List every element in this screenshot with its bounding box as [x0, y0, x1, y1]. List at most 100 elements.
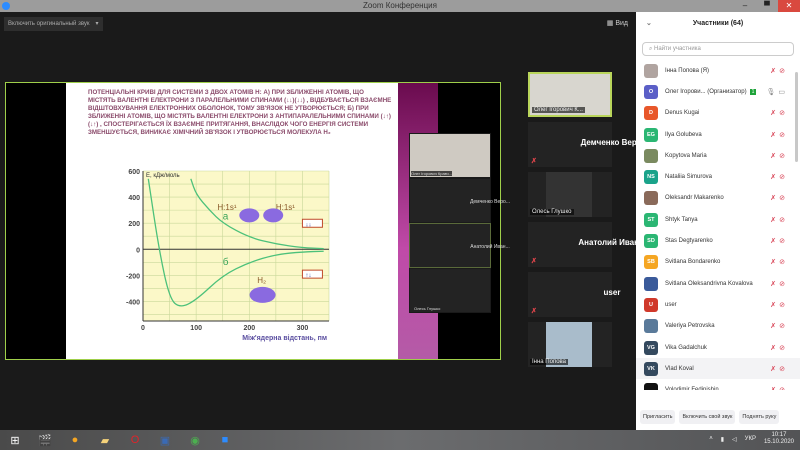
participant-row[interactable]: Kopytova Maria ✗⊘: [636, 145, 800, 166]
language-indicator[interactable]: УКР: [745, 436, 756, 442]
participant-row[interactable]: D Denus Kugai ✗⊘: [636, 103, 800, 124]
participant-row[interactable]: EG Ilya Golubeva ✗⊘: [636, 124, 800, 145]
participant-name: Denus Kugai: [665, 110, 700, 117]
spin-label: ↑↓: [305, 273, 311, 279]
participant-row[interactable]: O Олег Ігорови... (Организатор) 1 🎙▭: [636, 81, 800, 102]
tray-up-icon[interactable]: ˄: [709, 436, 713, 442]
molecule-label: H₂: [257, 276, 266, 285]
y-tick-label: 0: [136, 247, 140, 254]
original-sound-label: Включить оригинальный звук: [8, 21, 90, 27]
video-tile[interactable]: Олесь Глушко: [528, 172, 612, 217]
network-icon[interactable]: ▮: [721, 436, 724, 443]
avatar: U: [644, 297, 658, 312]
video-tile[interactable]: Анатолий Иван... ✗: [528, 222, 646, 267]
thumb-tile: Анатолий Иван...: [409, 223, 510, 268]
view-label: Вид: [615, 20, 628, 27]
media-player-icon[interactable]: 🎬: [30, 430, 60, 450]
participant-row[interactable]: Valeriya Petrovska ✗⊘: [636, 316, 800, 337]
muted-mic-camera-off-icons[interactable]: ✗⊘: [770, 258, 788, 266]
video-tile[interactable]: Інна Попова: [528, 322, 612, 367]
close-button[interactable]: ✕: [778, 0, 800, 12]
minimize-button[interactable]: –: [734, 0, 756, 12]
video-tile[interactable]: user ✗: [528, 272, 620, 317]
participant-row[interactable]: Інна Попова (Я) ✗⊘: [636, 60, 800, 81]
participant-row[interactable]: Volodimir Fedinishin ✗⊘: [636, 379, 800, 390]
muted-mic-icon: ✗: [531, 258, 537, 265]
chevron-down-icon[interactable]: ▾: [96, 17, 99, 31]
muted-mic-camera-off-icons[interactable]: ✗⊘: [770, 109, 788, 117]
app-icon[interactable]: ▣: [150, 430, 180, 450]
avatar: ST: [644, 212, 658, 227]
participant-row[interactable]: VG Vika Gadalchuk ✗⊘: [636, 337, 800, 358]
presentation-slide: Потенціальні криві для системи з двох ат…: [66, 83, 398, 359]
muted-mic-camera-off-icons[interactable]: ✗⊘: [770, 131, 788, 139]
invite-button[interactable]: Пригласить: [640, 410, 676, 424]
avatar: [644, 276, 658, 291]
scrollbar[interactable]: [795, 72, 798, 162]
participant-search-input[interactable]: ⌕ Найти участника: [642, 42, 794, 56]
original-sound-button[interactable]: Включить оригинальный звук ▾: [4, 17, 103, 31]
taskbar: ⊞ 🎬 ● ▰ O ▣ ◉ ■ ˄ ▮ ◁ УКР 10:17 15.10.202…: [0, 430, 800, 450]
window-title: Zoom Конференция: [363, 1, 437, 10]
avatar: D: [644, 106, 658, 121]
view-button[interactable]: ▦ Вид: [607, 17, 628, 31]
molecule-orbital: [249, 286, 276, 303]
raise-hand-button[interactable]: Поднять руку: [739, 410, 780, 424]
x-tick-label: 100: [190, 325, 202, 332]
avatar: VK: [644, 361, 658, 376]
meeting-area: Включить оригинальный звук ▾ ▦ Вид Потенц…: [0, 12, 646, 430]
participant-row[interactable]: VK Vlad Koval ✗⊘: [636, 358, 800, 380]
maximize-button[interactable]: ▀: [756, 0, 778, 12]
muted-mic-camera-off-icons[interactable]: ✗⊘: [770, 216, 788, 224]
date: 15.10.2020: [763, 439, 794, 445]
volume-icon[interactable]: ◁: [732, 436, 737, 443]
thumb-name: Олесь Глушко: [414, 306, 441, 311]
opera-icon[interactable]: O: [120, 430, 150, 450]
participant-row[interactable]: SB Svitlana Bondarenko ✗⊘: [636, 252, 800, 273]
avatar: [644, 383, 658, 390]
video-tile[interactable]: Олег Ігорович К...: [528, 72, 612, 117]
muted-mic-camera-off-icons[interactable]: ✗⊘: [770, 152, 788, 160]
video-gallery: Олег Ігорович К... Демченко Вер... ✗ Олес…: [528, 72, 646, 372]
clock[interactable]: 10:17 15.10.2020: [764, 432, 794, 446]
avatar: [644, 319, 658, 334]
avatar: [644, 63, 658, 78]
muted-mic-camera-off-icons[interactable]: ✗⊘: [770, 386, 788, 390]
video-tile[interactable]: Демченко Вер... ✗: [528, 122, 643, 167]
chrome-icon[interactable]: ◉: [180, 430, 210, 450]
participant-name: Інна Попова (Я): [665, 67, 709, 74]
muted-mic-camera-off-icons[interactable]: ✗⊘: [770, 344, 788, 352]
muted-mic-camera-off-icons[interactable]: ✗⊘: [770, 67, 788, 75]
mic-camera-icons[interactable]: 🎙▭: [766, 88, 788, 96]
participant-row[interactable]: Oleksandr Makarenko ✗⊘: [636, 188, 800, 209]
muted-mic-camera-off-icons[interactable]: ✗⊘: [770, 173, 788, 181]
avatar: EG: [644, 127, 658, 142]
participant-row[interactable]: NS Nataliia Simurova ✗⊘: [636, 166, 800, 187]
x-tick-label: 200: [243, 325, 255, 332]
muted-mic-camera-off-icons[interactable]: ✗⊘: [770, 322, 788, 330]
windows-start-icon[interactable]: ⊞: [0, 430, 30, 450]
y-axis-label: E, кДж/моль: [146, 173, 180, 179]
participant-row[interactable]: Uuser ✗⊘: [636, 294, 800, 315]
participant-name: Svitlana Oleksandrivna Kovalova: [665, 280, 753, 287]
tile-name: Олег Ігорович К...: [532, 107, 585, 113]
muted-mic-camera-off-icons[interactable]: ✗⊘: [770, 280, 788, 288]
unmute-button[interactable]: Включить свой звук: [679, 410, 736, 424]
zoom-taskbar-icon[interactable]: ■: [210, 430, 240, 450]
participant-row[interactable]: ST Shtyk Tanya ✗⊘: [636, 209, 800, 230]
muted-mic-camera-off-icons[interactable]: ✗⊘: [770, 301, 788, 309]
chevron-down-icon[interactable]: ⌄: [646, 12, 652, 36]
muted-mic-camera-off-icons[interactable]: ✗⊘: [770, 365, 788, 373]
aimp-icon[interactable]: ●: [60, 430, 90, 450]
muted-mic-camera-off-icons[interactable]: ✗⊘: [770, 194, 788, 202]
file-explorer-icon[interactable]: ▰: [90, 430, 120, 450]
participant-row[interactable]: Svitlana Oleksandrivna Kovalova ✗⊘: [636, 273, 800, 294]
spin-label: ↓↓: [305, 222, 311, 228]
potential-energy-chart: 600 400 200 0 -200 -400 0 100 200 300 E, кДж/моль М…: [126, 169, 330, 342]
search-placeholder: Найти участника: [654, 46, 701, 52]
muted-mic-camera-off-icons[interactable]: ✗⊘: [770, 237, 788, 245]
series-label: б: [223, 256, 229, 268]
avatar: O: [644, 84, 658, 99]
participant-row[interactable]: SD Stas Degtyarenko ✗⊘: [636, 230, 800, 251]
muted-mic-icon: ✗: [531, 158, 537, 165]
